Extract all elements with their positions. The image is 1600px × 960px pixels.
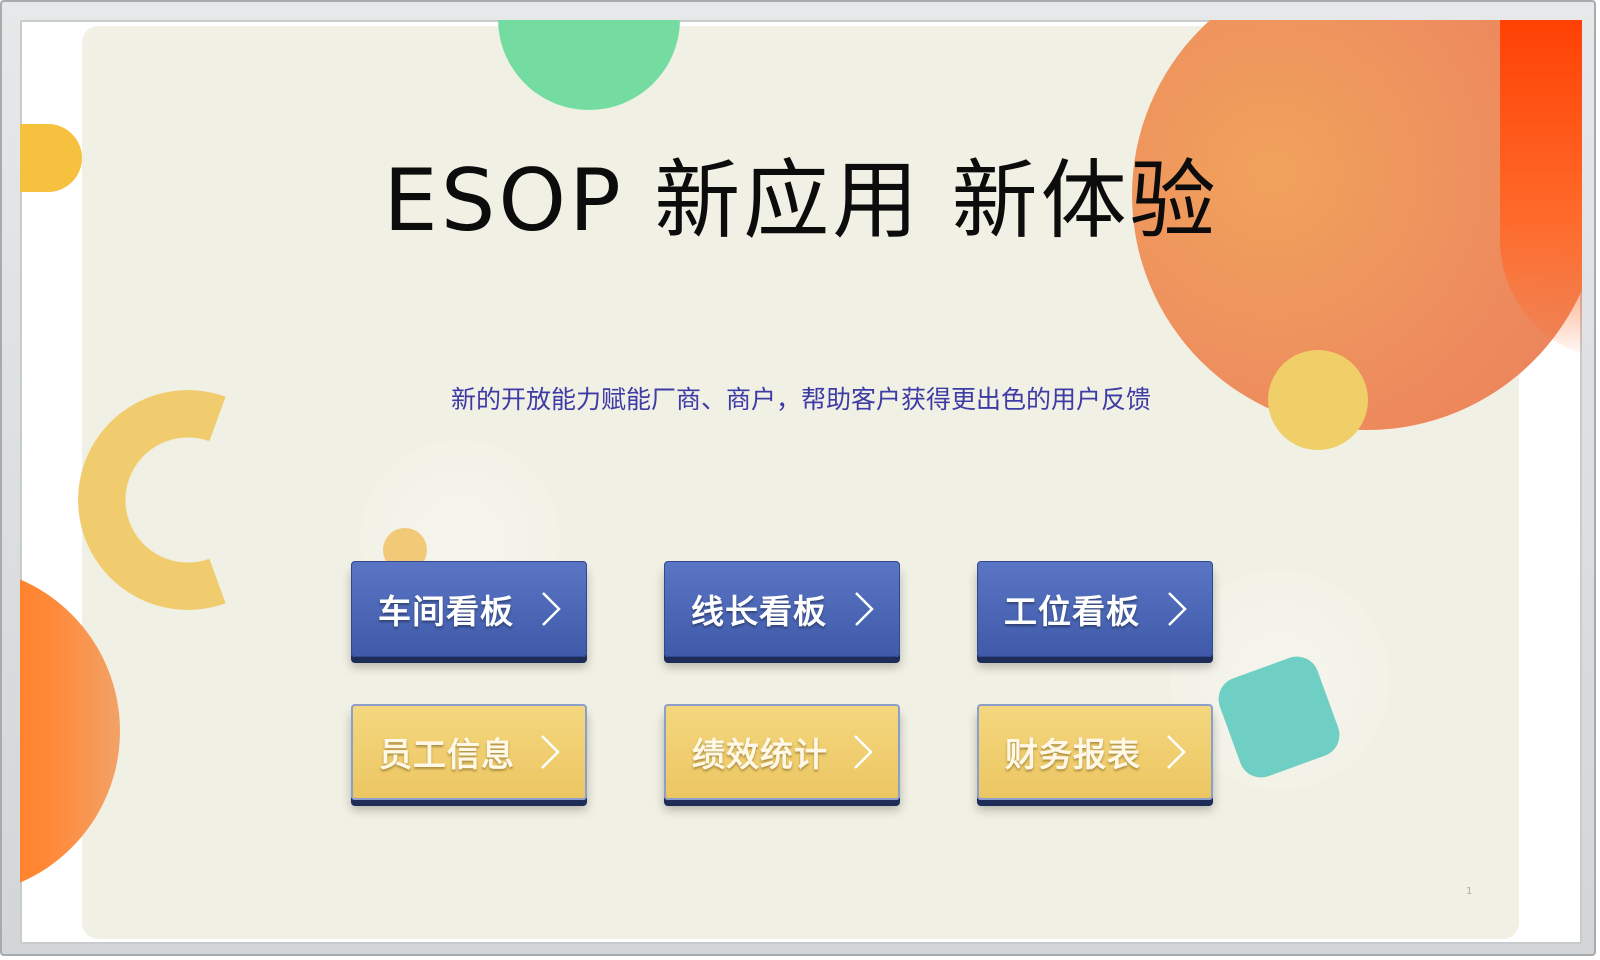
button-label: 绩效统计 bbox=[692, 735, 828, 774]
chevron-right-icon bbox=[534, 587, 566, 631]
slide-title: ESOP 新应用 新体验 bbox=[383, 151, 1219, 251]
workshop-board-button[interactable]: 车间看板 bbox=[351, 561, 587, 657]
screen: ESOP 新应用 新体验 新的开放能力赋能厂商、商户，帮助客户获得更出色的用户反… bbox=[20, 20, 1582, 944]
slide-subtitle: 新的开放能力赋能厂商、商户，帮助客户获得更出色的用户反馈 bbox=[450, 385, 1151, 414]
decor-yellow-arc bbox=[78, 390, 298, 610]
performance-stats-button[interactable]: 绩效统计 bbox=[664, 704, 900, 800]
workstation-board-button[interactable]: 工位看板 bbox=[977, 561, 1213, 657]
employee-info-button[interactable]: 员工信息 bbox=[351, 704, 587, 800]
button-label: 线长看板 bbox=[691, 592, 827, 631]
chevron-right-icon bbox=[1159, 730, 1191, 774]
button-label: 员工信息 bbox=[379, 735, 515, 774]
chevron-right-icon bbox=[1160, 587, 1192, 631]
display-bezel: ESOP 新应用 新体验 新的开放能力赋能厂商、商户，帮助客户获得更出色的用户反… bbox=[0, 0, 1596, 956]
financial-report-button[interactable]: 财务报表 bbox=[977, 704, 1213, 800]
chevron-right-icon bbox=[533, 730, 565, 774]
button-label: 工位看板 bbox=[1004, 592, 1140, 631]
chevron-right-icon bbox=[847, 587, 879, 631]
page-number: 1 bbox=[1466, 886, 1473, 897]
button-label: 财务报表 bbox=[1005, 735, 1141, 774]
line-leader-board-button[interactable]: 线长看板 bbox=[664, 561, 900, 657]
chevron-right-icon bbox=[846, 730, 878, 774]
button-label: 车间看板 bbox=[378, 592, 514, 631]
